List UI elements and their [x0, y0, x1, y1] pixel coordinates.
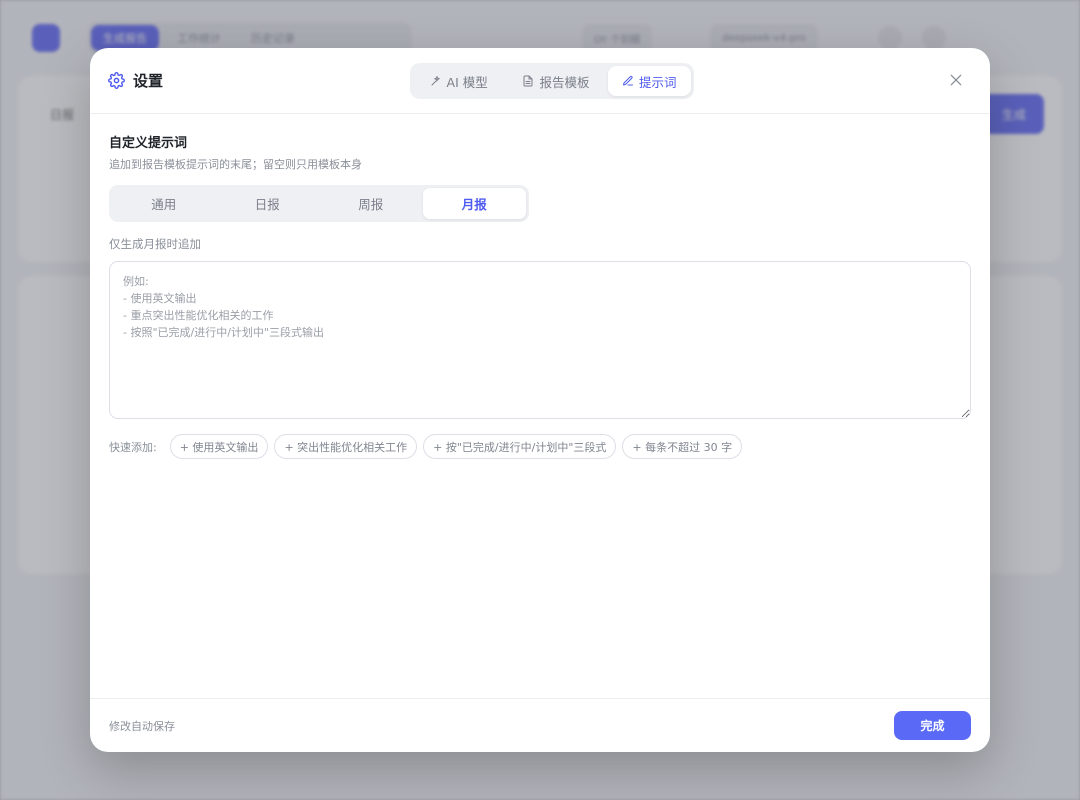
- tab-prompts-label: 提示词: [639, 74, 677, 90]
- tab-report-template-label: 报告模板: [539, 74, 590, 90]
- period-tab-daily[interactable]: 日报: [216, 188, 320, 219]
- close-icon[interactable]: [948, 72, 964, 88]
- modal-footer: 修改自动保存 完成: [90, 698, 990, 752]
- period-hint: 仅生成月报时追加: [109, 237, 201, 251]
- quick-chip-performance[interactable]: + 突出性能优化相关工作: [274, 434, 418, 459]
- modal-title-text: 设置: [133, 72, 164, 90]
- period-tab-monthly[interactable]: 月报: [422, 188, 526, 219]
- pencil-icon: [623, 75, 634, 86]
- sparkle-icon: [431, 76, 440, 86]
- tab-ai-model-label: AI 模型: [446, 74, 488, 90]
- period-tab-general[interactable]: 通用: [112, 188, 216, 219]
- quick-add-label: 快速添加:: [109, 440, 157, 454]
- settings-tabs: AI 模型 报告模板 提示词: [410, 63, 694, 99]
- quick-chip-length-limit[interactable]: + 每条不超过 30 字: [622, 434, 743, 459]
- quick-chip-three-part[interactable]: + 按"已完成/进行中/计划中"三段式: [423, 434, 617, 459]
- tab-prompts[interactable]: 提示词: [607, 66, 691, 96]
- modal-header: 设置 AI 模型 报告模板 提示词: [90, 48, 990, 114]
- done-button[interactable]: 完成: [894, 711, 971, 740]
- quick-chip-english[interactable]: + 使用英文输出: [169, 434, 269, 459]
- gear-icon: [108, 72, 125, 89]
- section-title: 自定义提示词: [109, 136, 188, 151]
- custom-prompt-textarea[interactable]: [109, 261, 971, 419]
- period-tab-weekly[interactable]: 周报: [319, 188, 423, 219]
- quick-add-row: 快速添加: + 使用英文输出 + 突出性能优化相关工作 + 按"已完成/进行中/…: [109, 434, 971, 459]
- modal-title: 设置: [108, 70, 163, 91]
- period-tabs: 通用 日报 周报 月报: [109, 185, 529, 222]
- section-subtitle: 追加到报告模板提示词的末尾；留空则只用模板本身: [109, 158, 362, 171]
- document-icon: [523, 75, 533, 87]
- settings-modal: 设置 AI 模型 报告模板 提示词 自定义提示词 追加到报告模板提示词的末尾；留…: [90, 48, 990, 752]
- tab-report-template[interactable]: 报告模板: [506, 66, 605, 96]
- tab-ai-model[interactable]: AI 模型: [413, 66, 504, 96]
- autosave-text: 修改自动保存: [109, 720, 175, 733]
- prompt-settings-panel: 自定义提示词 追加到报告模板提示词的末尾；留空则只用模板本身 通用 日报 周报 …: [90, 114, 990, 459]
